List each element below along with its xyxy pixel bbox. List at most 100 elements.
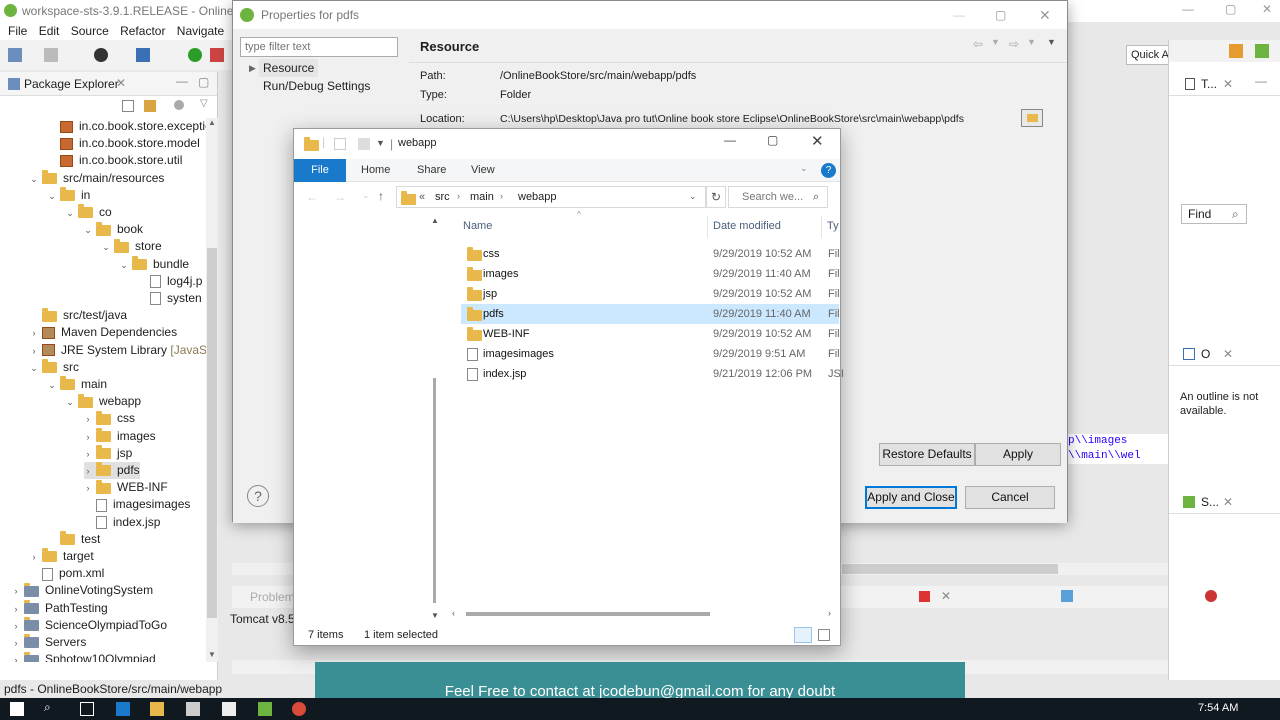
ribbon-tab-home[interactable]: Home [361,159,390,182]
close-tab-icon[interactable]: ✕ [1223,495,1233,509]
back-arrow-icon[interactable]: ← [306,190,318,204]
menu-source[interactable]: Source [71,24,109,38]
close-icon[interactable]: ✕ [1262,2,1272,16]
tree-item[interactable]: › Servers [12,634,86,651]
tree-item[interactable]: in.co.book.store.model [48,135,200,152]
file-row[interactable]: index.jsp 9/21/2019 12:06 PM JSI [461,364,844,384]
nav-item-run-debug[interactable]: Run/Debug Settings [263,77,370,95]
expanded-arrow-icon[interactable]: ⌄ [48,377,56,394]
tree-item[interactable]: index.jsp [84,514,160,531]
open-console-icon[interactable] [1061,590,1073,602]
collapsed-arrow-icon[interactable]: › [84,463,92,480]
editor-scrollbar-thumb[interactable] [842,564,1058,574]
expanded-arrow-icon[interactable]: ⌄ [102,239,110,256]
collapsed-arrow-icon[interactable]: › [30,549,38,566]
console-icon[interactable] [136,48,150,62]
filter-input[interactable] [240,37,398,57]
tree-item[interactable]: ⌄ in [48,187,90,204]
refresh-icon[interactable]: ↻ [706,186,726,208]
tree-item[interactable]: › images [84,427,156,446]
view-menu-icon[interactable]: ▽ [200,98,208,109]
minimize-view-icon[interactable]: — [1255,74,1267,88]
close-icon[interactable]: ✕ [811,132,824,150]
chevron-down-icon[interactable]: ▼ [1027,37,1036,47]
collapsed-arrow-icon[interactable]: › [12,583,20,600]
help-icon[interactable]: ? [821,163,836,178]
tree-scrollbar-thumb[interactable] [207,248,217,618]
collapsed-arrow-icon[interactable]: › [30,325,38,342]
forward-icon[interactable]: ⇨ [1009,37,1019,51]
expanded-arrow-icon[interactable]: ⌄ [30,171,38,188]
help-button[interactable]: ? [247,485,269,507]
tree-item[interactable]: src/test/java [30,307,127,324]
collapsed-arrow-icon[interactable]: › [12,635,20,652]
file-row[interactable]: pdfs 9/29/2019 11:40 AM Fil [461,304,840,324]
details-view-icon[interactable] [794,627,812,643]
properties-quick-icon[interactable] [334,138,346,150]
link-editor-icon[interactable] [144,100,156,112]
file-row[interactable]: images 9/29/2019 11:40 AM Fil [461,264,840,284]
close-tab-icon[interactable]: ✕ [116,76,126,90]
maximize-icon[interactable]: ▢ [995,1,1006,29]
chevron-down-icon[interactable]: ▼ [991,37,1000,47]
file-row[interactable]: imagesimages 9/29/2019 9:51 AM Fil [461,344,840,364]
h-scrollbar-thumb[interactable] [466,612,710,616]
collapsed-arrow-icon[interactable]: › [30,343,38,360]
chevron-down-icon[interactable]: ⌄ [800,163,808,174]
forward-arrow-icon[interactable]: → [334,190,346,204]
windows-start-icon[interactable] [10,702,24,716]
show-in-explorer-button[interactable] [1021,109,1043,127]
minimize-icon[interactable]: — [1182,2,1194,16]
tree-item[interactable]: › jsp [84,445,132,462]
tree-item[interactable]: › target [30,548,94,565]
tree-item[interactable]: › OnlineVotingSystem [12,582,153,599]
file-list-h-scrollbar[interactable]: ‹ › [446,607,840,621]
expanded-arrow-icon[interactable]: ⌄ [66,394,74,411]
collapsed-arrow-icon[interactable]: › [84,446,92,463]
maximize-icon[interactable]: ▢ [767,133,778,147]
taskbar-clock[interactable]: 7:54 AM [1198,702,1238,714]
debug-server-icon[interactable] [1205,590,1217,602]
collapsed-arrow-icon[interactable]: › [84,429,92,446]
large-icons-view-icon[interactable] [818,629,830,641]
breadcrumb-overflow[interactable]: « [419,191,425,203]
close-icon[interactable]: ✕ [1039,1,1051,29]
expanded-arrow-icon[interactable]: ⌄ [66,205,74,222]
tree-item[interactable]: in.co.book.store.exceptio [48,118,206,135]
task-list-tab[interactable]: T... [1201,77,1217,91]
chevron-down-icon[interactable]: ⌄ [362,190,370,201]
ribbon-tab-file[interactable]: File [294,159,346,182]
focus-icon[interactable] [174,100,184,110]
restore-defaults-button[interactable]: Restore Defaults [879,443,975,466]
tree-item[interactable]: ⌄ src [30,359,79,376]
expanded-arrow-icon[interactable]: ⌄ [120,257,128,274]
chevron-down-icon[interactable]: ⌄ [689,191,697,202]
package-explorer-tab[interactable]: Package Explorer [24,77,119,91]
maximize-icon[interactable]: ▢ [1225,2,1236,16]
mail-icon[interactable] [222,702,236,716]
menu-refactor[interactable]: Refactor [120,24,165,38]
ribbon-tab-view[interactable]: View [471,159,495,182]
tree-item[interactable]: › WEB-INF [84,479,168,496]
tree-item[interactable]: ⌄ bundle [120,255,189,274]
tree-item[interactable]: › PathTesting [12,599,108,617]
breadcrumb-src[interactable]: src [435,191,450,203]
problems-tab[interactable]: Problem [232,586,302,608]
collapsed-arrow-icon[interactable]: › [12,652,20,662]
apply-button[interactable]: Apply [975,443,1061,466]
tree-item[interactable]: › css [84,410,135,427]
tree-item[interactable]: imagesimages [84,496,190,513]
collapsed-arrow-icon[interactable]: › [84,480,92,497]
navigation-pane[interactable] [294,216,444,621]
search-icon[interactable]: ⌕ [44,700,51,715]
tree-scrollbar[interactable]: ▲ ▼ [206,118,218,662]
debug-icon[interactable] [94,48,108,62]
expanded-arrow-icon[interactable]: ⌄ [84,222,92,239]
tree-item[interactable]: ⌄ src/main/resources [30,169,164,188]
up-arrow-icon[interactable]: ↑ [378,189,384,203]
sts-icon[interactable] [258,702,272,716]
tomcat-server-label[interactable]: Tomcat v8.5 [230,612,296,626]
menu-edit[interactable]: Edit [39,24,60,38]
tree-item[interactable]: › Maven Dependencies [30,324,178,342]
close-tab-icon[interactable]: ✕ [1223,347,1233,361]
